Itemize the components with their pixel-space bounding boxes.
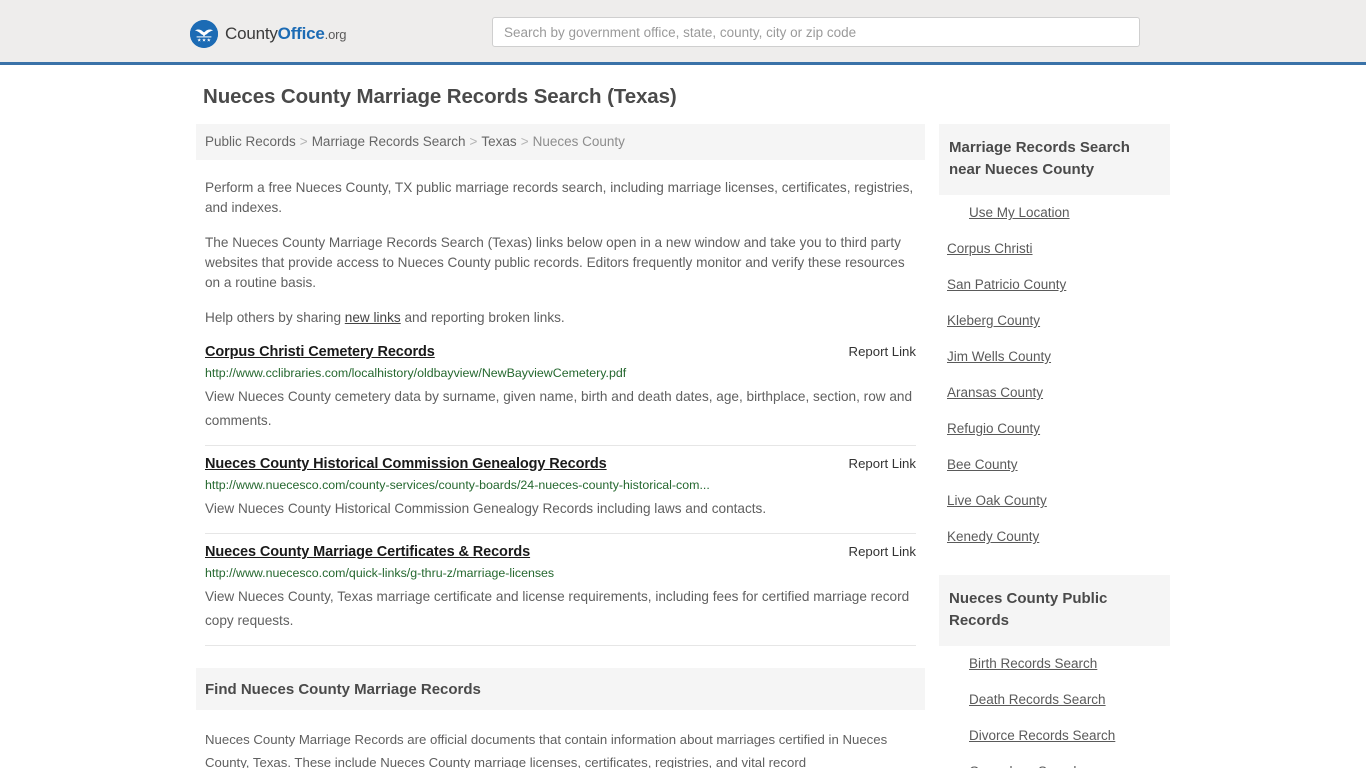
site-header: CountyOffice.org [0, 0, 1366, 65]
list-item: Aransas County [939, 375, 1170, 411]
intro-text: Perform a free Nueces County, TX public … [196, 178, 925, 328]
breadcrumb-separator: > [469, 134, 478, 149]
sidebar-public-records-list: Birth Records Search Death Records Searc… [939, 646, 1170, 768]
sidebar-item-corpus-christi[interactable]: Corpus Christi [939, 231, 1170, 267]
new-links-link[interactable]: new links [345, 310, 401, 325]
site-logo[interactable]: CountyOffice.org [190, 20, 346, 48]
result-url-link[interactable]: http://www.nuecesco.com/quick-links/g-th… [205, 566, 916, 581]
result-description: View Nueces County Historical Commission… [205, 501, 767, 516]
result-item: Corpus Christi Cemetery Records Report L… [205, 344, 916, 446]
list-item: Jim Wells County [939, 339, 1170, 375]
sidebar-item-kenedy-county[interactable]: Kenedy County [939, 519, 1170, 555]
breadcrumb: Public Records > Marriage Records Search > T… [196, 124, 925, 160]
result-title-link[interactable]: Nueces County Historical Commission Gene… [205, 456, 607, 472]
list-item: Refugio County [939, 411, 1170, 447]
logo-text-org: .org [324, 26, 347, 42]
breadcrumb-separator: > [299, 134, 308, 149]
result-title-link[interactable]: Corpus Christi Cemetery Records [205, 344, 435, 360]
find-records-section-body: Nueces County Marriage Records are offic… [196, 728, 925, 768]
find-records-section-header: Find Nueces County Marriage Records [196, 668, 925, 710]
sidebar-item-bee-county[interactable]: Bee County [939, 447, 1170, 483]
report-link-button[interactable]: Report Link [833, 344, 916, 359]
result-item: Nueces County Marriage Certificates & Re… [205, 534, 916, 646]
list-item: Genealogy Search [939, 754, 1170, 768]
breadcrumb-item-nueces-county: Nueces County [532, 134, 625, 149]
sidebar-item-jim-wells-county[interactable]: Jim Wells County [939, 339, 1170, 375]
sidebar-public-records-heading: Nueces County Public Records [949, 590, 1108, 629]
list-item: Corpus Christi [939, 231, 1170, 267]
sidebar-item-san-patricio-county[interactable]: San Patricio County [939, 267, 1170, 303]
sidebar-block-nearby: Marriage Records Search near Nueces Coun… [939, 124, 1170, 555]
sidebar: Marriage Records Search near Nueces Coun… [939, 124, 1170, 768]
sidebar-nearby-list: Use My Location Corpus Christi San Patri… [939, 195, 1170, 555]
logo-text-county: County [225, 23, 278, 43]
logo-text-office: Office [277, 23, 325, 43]
intro-paragraph-1: Perform a free Nueces County, TX public … [205, 180, 914, 215]
result-item: Nueces County Historical Commission Gene… [205, 446, 916, 534]
result-header: Nueces County Historical Commission Gene… [205, 456, 916, 472]
list-item: Bee County [939, 447, 1170, 483]
breadcrumb-item-public-records[interactable]: Public Records [205, 134, 296, 149]
breadcrumb-item-texas[interactable]: Texas [481, 134, 516, 149]
intro-paragraph-3: Help others by sharing new links and rep… [205, 308, 916, 328]
breadcrumb-separator: > [520, 134, 529, 149]
list-item: Birth Records Search [939, 646, 1170, 682]
result-list: Corpus Christi Cemetery Records Report L… [196, 344, 925, 646]
report-link-button[interactable]: Report Link [833, 456, 916, 471]
sidebar-item-refugio-county[interactable]: Refugio County [939, 411, 1170, 447]
sidebar-nearby-heading: Marriage Records Search near Nueces Coun… [949, 139, 1130, 178]
list-item: Death Records Search [939, 682, 1170, 718]
sidebar-item-genealogy-search[interactable]: Genealogy Search [939, 754, 1170, 768]
sidebar-item-birth-records-search[interactable]: Birth Records Search [939, 646, 1170, 682]
result-url-link[interactable]: http://www.cclibraries.com/localhistory/… [205, 366, 916, 381]
intro-paragraph-3-suffix: and reporting broken links. [400, 310, 565, 325]
result-description: View Nueces County cemetery data by surn… [205, 389, 913, 428]
sidebar-item-use-my-location[interactable]: Use My Location [939, 195, 1170, 231]
list-item: Live Oak County [939, 483, 1170, 519]
sidebar-item-aransas-county[interactable]: Aransas County [939, 375, 1170, 411]
page-title: Nueces County Marriage Records Search (T… [203, 85, 677, 108]
find-records-heading: Find Nueces County Marriage Records [205, 681, 481, 698]
result-title-link[interactable]: Nueces County Marriage Certificates & Re… [205, 544, 530, 560]
site-logo-text: CountyOffice.org [225, 20, 346, 49]
intro-paragraph-3-prefix: Help others by sharing [205, 310, 345, 325]
list-item: Kenedy County [939, 519, 1170, 555]
sidebar-item-death-records-search[interactable]: Death Records Search [939, 682, 1170, 718]
countyoffice-eagle-seal-icon [190, 20, 218, 48]
list-item: Divorce Records Search [939, 718, 1170, 754]
sidebar-item-kleberg-county[interactable]: Kleberg County [939, 303, 1170, 339]
sidebar-item-divorce-records-search[interactable]: Divorce Records Search [939, 718, 1170, 754]
search-input[interactable] [492, 17, 1140, 47]
report-link-button[interactable]: Report Link [833, 544, 916, 559]
list-item: Use My Location [939, 195, 1170, 231]
result-description: View Nueces County, Texas marriage certi… [205, 589, 910, 628]
result-header: Nueces County Marriage Certificates & Re… [205, 544, 916, 560]
sidebar-block-public-records: Nueces County Public Records Birth Recor… [939, 575, 1170, 768]
find-records-paragraph: Nueces County Marriage Records are offic… [205, 732, 888, 768]
list-item: Kleberg County [939, 303, 1170, 339]
result-url-link[interactable]: http://www.nuecesco.com/county-services/… [205, 478, 916, 493]
intro-paragraph-2: The Nueces County Marriage Records Searc… [205, 235, 905, 290]
sidebar-nearby-header: Marriage Records Search near Nueces Coun… [939, 124, 1170, 195]
list-item: San Patricio County [939, 267, 1170, 303]
sidebar-item-live-oak-county[interactable]: Live Oak County [939, 483, 1170, 519]
breadcrumb-item-marriage-records-search[interactable]: Marriage Records Search [312, 134, 466, 149]
result-header: Corpus Christi Cemetery Records Report L… [205, 344, 916, 360]
sidebar-public-records-header: Nueces County Public Records [939, 575, 1170, 646]
main-content-column: Public Records > Marriage Records Search > T… [196, 124, 925, 768]
